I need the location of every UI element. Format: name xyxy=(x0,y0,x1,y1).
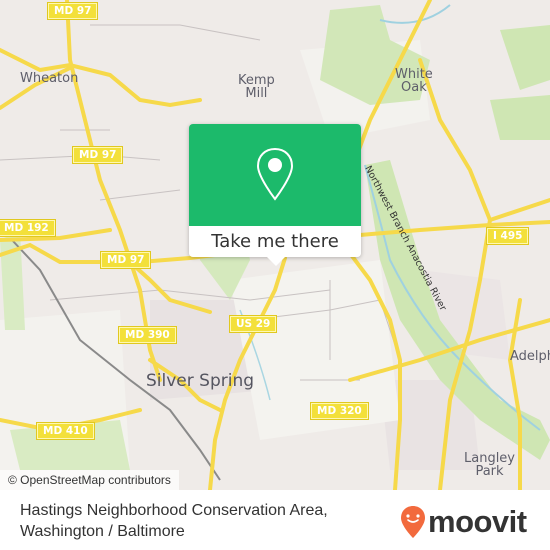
road-shield-md97: MD 97 xyxy=(46,2,99,20)
location-title-line1: Hastings Neighborhood Conservation Area, xyxy=(20,502,328,519)
road-shield-us29: US 29 xyxy=(228,315,278,333)
place-label-wheaton: Wheaton xyxy=(20,71,79,86)
road-shield-md97: MD 97 xyxy=(71,146,124,164)
road-shield-md390: MD 390 xyxy=(118,326,177,344)
location-title: Hastings Neighborhood Conservation Area,… xyxy=(20,500,328,542)
popup-pointer xyxy=(267,257,285,266)
road-shield-md192: MD 192 xyxy=(0,219,56,237)
map-pin-icon xyxy=(256,147,294,201)
popup-header xyxy=(189,124,361,226)
moovit-logo[interactable]: moovit xyxy=(400,504,527,540)
map[interactable]: Wheaton Kemp Mill White Oak Silver Sprin… xyxy=(0,0,550,490)
road-shield-md410: MD 410 xyxy=(36,422,95,440)
moovit-wordmark: moovit xyxy=(428,504,527,539)
place-label-langley-park: Langley Park xyxy=(464,451,516,479)
moovit-pin-icon xyxy=(401,506,425,538)
location-popup: Take me there xyxy=(189,124,361,266)
location-title-line2: Washington / Baltimore xyxy=(20,523,185,540)
place-label-kemp-mill: Kemp Mill xyxy=(238,73,275,101)
road-shield-md97: MD 97 xyxy=(99,251,152,269)
take-me-there-button[interactable]: Take me there xyxy=(189,226,361,257)
place-label-silver-spring: Silver Spring xyxy=(146,371,255,391)
road-shield-i495: I 495 xyxy=(485,227,530,245)
place-label-adelphi: Adelphi xyxy=(510,349,550,364)
footer: Hastings Neighborhood Conservation Area,… xyxy=(0,490,550,550)
road-shield-md320: MD 320 xyxy=(310,402,369,420)
place-label-white-oak: White Oak xyxy=(395,67,433,95)
map-attribution[interactable]: © OpenStreetMap contributors xyxy=(0,470,179,490)
